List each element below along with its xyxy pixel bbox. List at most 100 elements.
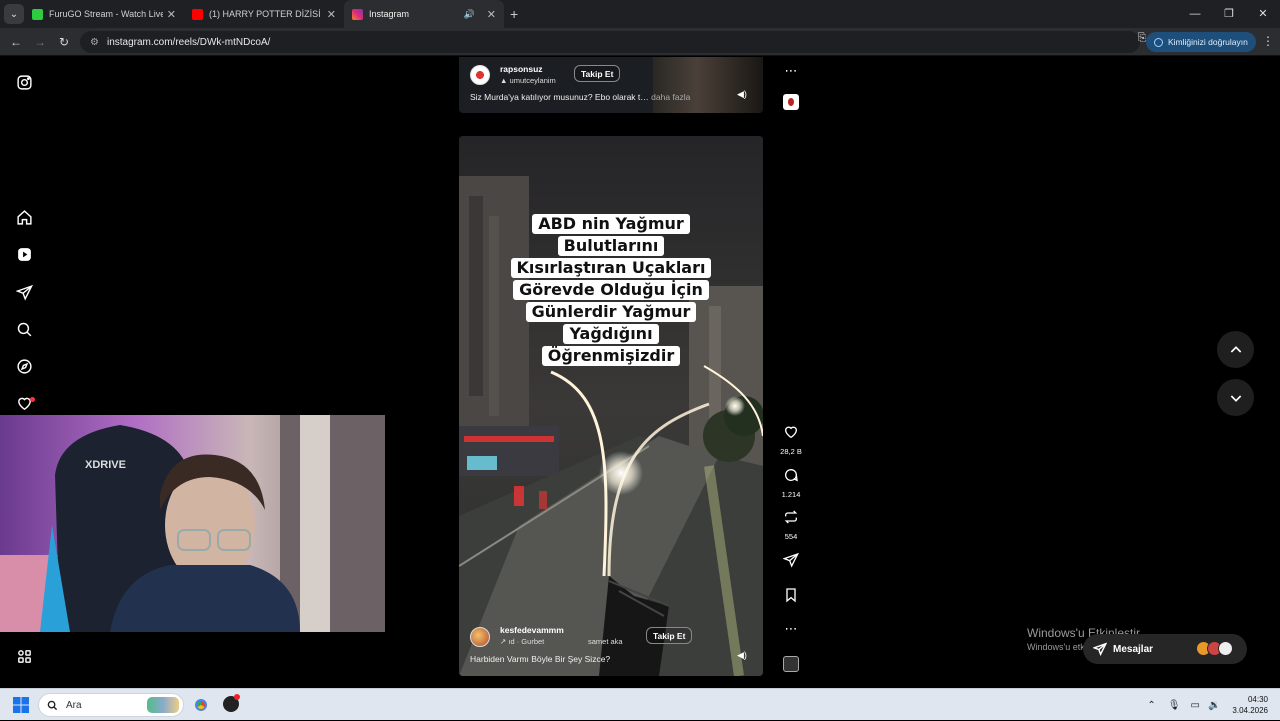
reel-username[interactable]: rapsonsuz — [500, 64, 543, 74]
audio-arrow-icon: ↗ — [500, 637, 507, 646]
reload-icon[interactable]: ↻ — [52, 35, 76, 49]
close-tab-icon[interactable]: ✕ — [487, 8, 496, 21]
forward-icon[interactable]: → — [28, 35, 52, 49]
clock[interactable]: 04:30 3.04.2026 — [1232, 694, 1268, 716]
notifications-heart-icon[interactable] — [14, 393, 34, 413]
close-window-icon[interactable]: ✕ — [1246, 0, 1280, 28]
reel-sub-text: umutceylanim — [509, 76, 556, 85]
more-options-icon[interactable]: ⋯ — [779, 62, 803, 80]
share-button[interactable] — [779, 552, 803, 573]
clock-time: 04:30 — [1247, 695, 1268, 704]
comment-icon — [785, 469, 798, 482]
direct-messages-icon — [1093, 642, 1107, 656]
furugo-favicon-icon — [32, 8, 43, 20]
avatar — [1218, 641, 1233, 656]
chevron-up-icon — [1230, 345, 1241, 353]
like-count: 28,2 B — [780, 447, 802, 456]
overlay-line: ABD nin Yağmur — [532, 214, 690, 234]
tab-search-button[interactable]: ⌄ — [4, 4, 24, 24]
like-button[interactable]: 28,2 B — [779, 424, 803, 456]
mute-icon[interactable]: ◀) — [737, 650, 747, 661]
more-apps-icon[interactable] — [14, 646, 34, 666]
microphone-icon[interactable]: 🎙 — [1168, 700, 1181, 711]
mute-icon[interactable]: ◀) — [737, 89, 747, 100]
verify-identity-button[interactable]: Kimliğinizi doğrulayın — [1146, 32, 1256, 52]
more-link[interactable]: daha fazla — [651, 92, 690, 102]
tab-title: Instagram — [369, 9, 410, 19]
repost-button[interactable]: 554 — [779, 509, 803, 541]
back-icon[interactable]: ← — [4, 35, 28, 49]
current-reel-video[interactable]: ABD nin Yağmur Bulutlarını Kısırlaştıran… — [459, 136, 763, 676]
audio-thumbnail[interactable] — [779, 94, 803, 115]
restore-icon[interactable]: ❐ — [1212, 0, 1246, 28]
notification-dot — [30, 397, 35, 402]
browser-tab-bar: ⌄ FuruGO Stream - Watch Live on ✕ (1) HA… — [0, 0, 1280, 28]
home-icon[interactable] — [14, 207, 34, 227]
close-tab-icon[interactable]: ✕ — [327, 8, 336, 21]
close-tab-icon[interactable]: ✕ — [167, 8, 176, 21]
more-options-icon[interactable]: ⋯ — [779, 620, 803, 638]
repost-icon — [784, 510, 798, 524]
avatar[interactable] — [470, 627, 490, 647]
site-info-icon[interactable]: ⚙ — [90, 37, 99, 48]
caption-text: Siz Murda'ya katılıyor musunuz? Ebo olar… — [470, 92, 649, 102]
reel-username[interactable]: kesfedevammm — [500, 625, 564, 635]
system-tray: ⌃ 🎙 ▭ 🔉 04:30 3.04.2026 — [1147, 689, 1280, 721]
show-hidden-icons-icon[interactable]: ⌃ — [1147, 700, 1155, 711]
clock-date: 3.04.2026 — [1232, 706, 1268, 715]
messages-label: Mesajlar — [1113, 643, 1154, 655]
messages-button[interactable]: Mesajlar — [1083, 634, 1247, 664]
reel-overlay-text: ABD nin Yağmur Bulutlarını Kısırlaştıran… — [459, 212, 763, 366]
chrome-icon[interactable] — [192, 696, 210, 714]
minimize-icon[interactable]: — — [1178, 0, 1212, 28]
new-tab-button[interactable]: + — [510, 6, 518, 22]
reels-icon[interactable] — [14, 244, 34, 264]
overlay-line: Öğrenmişizdir — [541, 346, 681, 366]
tab-instagram[interactable]: Instagram 🔊 ✕ — [344, 0, 504, 28]
chevron-down-icon — [1230, 394, 1241, 402]
tab-title: (1) HARRY POTTER DİZİSİ FRAG — [209, 9, 323, 19]
audio-thumbnail[interactable] — [779, 656, 803, 677]
reel-audio[interactable]: ↗ ıd · Gurbet — [500, 637, 544, 646]
follow-button[interactable]: Takip Et — [646, 627, 693, 644]
address-bar[interactable]: ⚙ instagram.com/reels/DWk-mtNDcoA/ — [80, 31, 1140, 53]
message-avatars — [1196, 641, 1233, 656]
audio-text: ıd · Gurbet — [508, 637, 545, 646]
streamer-webcam: XDRIVE — [0, 415, 385, 632]
comment-count: 1.214 — [781, 490, 801, 499]
comment-button[interactable]: 1.214 — [779, 467, 803, 499]
reel-thumbnail — [653, 57, 763, 113]
next-reel-button[interactable] — [1217, 379, 1254, 416]
save-button[interactable] — [779, 587, 803, 608]
explore-icon[interactable] — [14, 356, 34, 376]
follow-button[interactable]: Takip Et — [574, 65, 621, 82]
volume-icon[interactable]: 🔉 — [1208, 700, 1220, 711]
search-icon[interactable] — [14, 319, 34, 339]
window-controls: — ❐ ✕ — [1178, 0, 1280, 28]
audio-artist: samet aka — [588, 637, 623, 646]
avatar[interactable] — [470, 65, 490, 85]
tab-youtube[interactable]: (1) HARRY POTTER DİZİSİ FRAG ✕ — [184, 0, 344, 28]
windows-start-icon[interactable] — [13, 697, 29, 713]
overlay-line: Yağdığını — [563, 324, 659, 344]
previous-reel[interactable]: rapsonsuz ▲ umutceylanim Takip Et Siz Mu… — [459, 57, 763, 113]
search-highlight-icon — [147, 697, 179, 713]
browser-menu-icon[interactable]: ⋮ — [1262, 34, 1274, 48]
profile-icon — [1154, 37, 1163, 47]
heart-icon — [784, 426, 798, 439]
overlay-line: Görevde Olduğu İçin — [513, 280, 709, 300]
search-icon — [47, 700, 58, 710]
bookmark-icon — [786, 588, 796, 603]
reel-caption: Harbiden Varmı Böyle Bir Şey Sizce? — [470, 654, 611, 664]
reel-caption: Siz Murda'ya katılıyor musunuz? Ebo olar… — [470, 92, 690, 102]
direct-messages-icon[interactable] — [14, 282, 34, 302]
taskbar-search[interactable]: Ara — [38, 693, 184, 717]
tab-furugo[interactable]: FuruGO Stream - Watch Live on ✕ — [24, 0, 184, 28]
previous-reel-button[interactable] — [1217, 331, 1254, 368]
network-icon[interactable]: ▭ — [1191, 700, 1200, 711]
speaker-icon[interactable]: 🔊 — [464, 9, 475, 20]
windows-taskbar: Ara ⌃ 🎙 ▭ 🔉 04:30 3.04.2026 — [0, 688, 1280, 720]
instagram-logo-icon[interactable] — [14, 72, 34, 92]
overlay-line: Bulutlarını — [557, 236, 665, 256]
share-icon — [782, 552, 799, 568]
